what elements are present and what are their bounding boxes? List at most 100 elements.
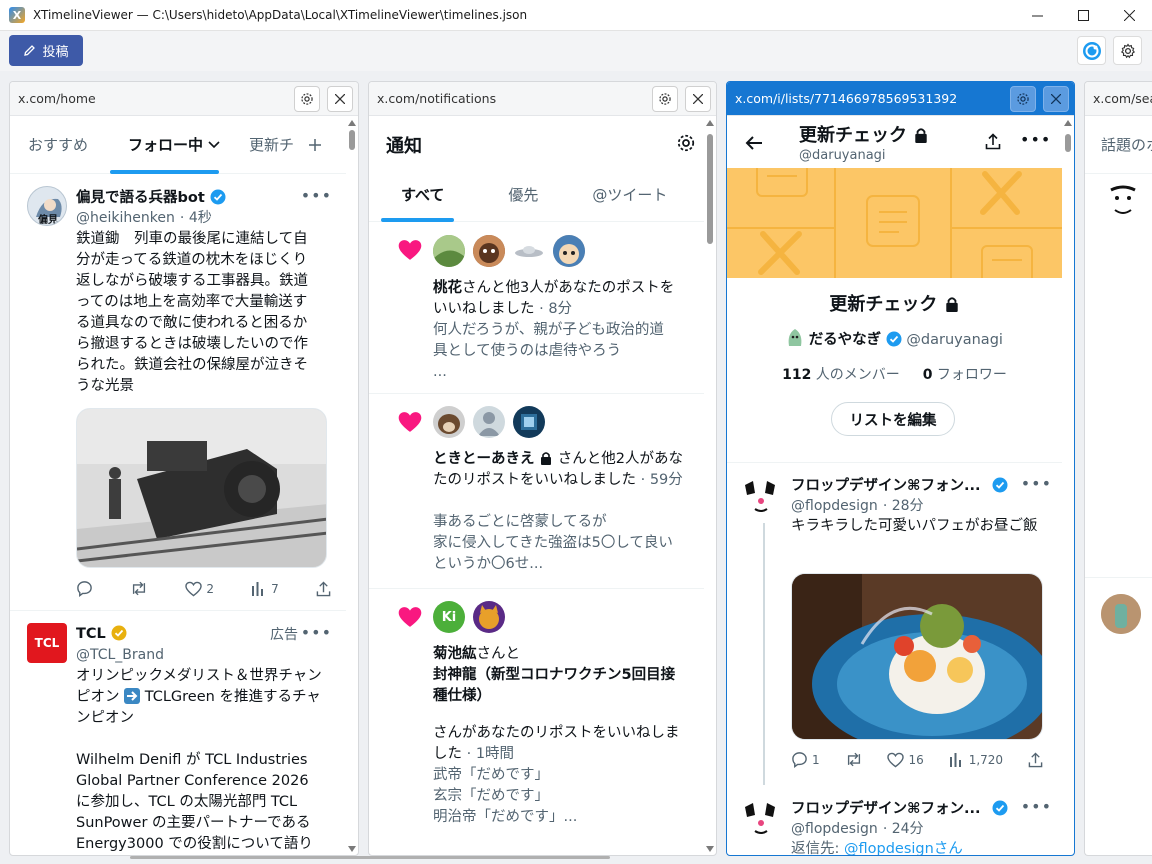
tweet-image[interactable]: [76, 408, 327, 568]
column-settings-button[interactable]: [1010, 86, 1036, 112]
tweet-ad[interactable]: TCL TCL 広告 ••• @TCL_Brand オリンピックメダリスト＆世界…: [10, 611, 346, 855]
back-arrow-icon[interactable]: [745, 135, 763, 151]
tab-list-update[interactable]: 更新チ: [231, 116, 304, 174]
column-scrollbar[interactable]: [1064, 120, 1072, 855]
excerpt-line: 具として使うのは虐待やろう: [433, 343, 622, 359]
tweet[interactable]: フロップデザイン⌘フォン... ••• @flopdesign · 24分 返信…: [727, 785, 1062, 855]
share-button[interactable]: [1028, 751, 1043, 768]
page-title: 通知: [386, 136, 422, 157]
avatar[interactable]: [433, 406, 465, 438]
maximize-button[interactable]: [1060, 0, 1106, 31]
tweet-handle[interactable]: @flopdesign: [791, 821, 878, 837]
more-options-icon[interactable]: •••: [301, 623, 332, 642]
avatar[interactable]: [513, 406, 545, 438]
tweet-time[interactable]: · 4秒: [180, 210, 212, 226]
tweet-image[interactable]: [791, 573, 1043, 740]
gear-icon[interactable]: [676, 133, 696, 153]
notification-user-name[interactable]: 桃花: [433, 280, 462, 296]
avatar[interactable]: [553, 235, 585, 267]
tab-mentions[interactable]: @ツイート: [552, 168, 677, 222]
tab-following[interactable]: フォロー中: [98, 116, 231, 174]
tweet-author-name[interactable]: フロップデザイン⌘フォン...: [791, 801, 980, 817]
more-options-icon[interactable]: •••: [1021, 797, 1052, 816]
ufo-icon: [515, 246, 543, 257]
column-close-button[interactable]: [327, 86, 353, 112]
list-owner[interactable]: だるやなぎ @daruyanagi: [727, 328, 1062, 349]
tweet[interactable]: 偏見 偏見で語る兵器bot ••• @heikihenken · 4秒 鉄道鋤 …: [10, 174, 346, 611]
avatar[interactable]: 偏見: [27, 186, 67, 226]
tweet-author-name[interactable]: TCL: [76, 626, 106, 642]
edit-list-button[interactable]: リストを編集: [831, 402, 955, 436]
reply-button[interactable]: 1: [791, 751, 820, 768]
column-scrollbar[interactable]: [348, 120, 356, 855]
notification-user-name[interactable]: 封神龍（新型コロナワクチン5回目接種仕様）: [433, 667, 675, 704]
avatar[interactable]: [1103, 182, 1143, 222]
reply-to-link[interactable]: @flopdesignさん: [844, 841, 963, 855]
avatar[interactable]: [513, 235, 545, 267]
tweet-handle[interactable]: @heikihenken: [76, 210, 175, 226]
avatar[interactable]: Ki: [433, 601, 465, 633]
avatar[interactable]: [741, 475, 781, 515]
share-button[interactable]: [316, 580, 331, 597]
notification-time: · 8分: [539, 301, 573, 317]
account-button[interactable]: [1077, 36, 1106, 65]
avatar[interactable]: [433, 235, 465, 267]
tweet-time[interactable]: · 24分: [883, 821, 924, 837]
like-button[interactable]: 16: [887, 752, 924, 768]
repost-button[interactable]: [845, 751, 863, 768]
tweet[interactable]: フロップデザイン⌘フォン... ••• @flopdesign · 28分 キラ…: [727, 463, 1062, 785]
column-scrollbar[interactable]: [706, 120, 714, 855]
excerpt-line: 事あるごとに啓蒙してるが: [433, 514, 607, 530]
column-close-button[interactable]: [685, 86, 711, 112]
notification-user-name[interactable]: ときとーあきえ: [433, 451, 535, 467]
tab-all[interactable]: すべて: [369, 168, 466, 222]
notification-item[interactable]: Ki 菊池紘さんと 封神龍（新型コロナワクチン5回目接種仕様） さんがあなたのリ…: [369, 589, 704, 855]
tweet-handle[interactable]: @TCL_Brand: [76, 647, 164, 663]
avatar[interactable]: TCL: [27, 623, 67, 663]
settings-button[interactable]: [1113, 36, 1142, 65]
account-icon: [1082, 41, 1101, 60]
tab-priority[interactable]: 優先: [466, 168, 552, 222]
members-count[interactable]: 112: [782, 367, 811, 383]
reply-button[interactable]: [76, 580, 93, 597]
members-label[interactable]: 人のメンバー: [816, 367, 900, 383]
notification-item[interactable]: ときとーあきえ さんと他2人があなたのリポストをいいねしました · 59分 事あ…: [369, 394, 704, 589]
column-settings-button[interactable]: [294, 86, 320, 112]
followers-count[interactable]: 0: [923, 367, 933, 383]
avatar[interactable]: [1101, 594, 1141, 634]
repost-button[interactable]: [130, 580, 148, 597]
add-tab-button[interactable]: [304, 116, 332, 174]
more-options-icon[interactable]: •••: [1020, 130, 1051, 149]
close-window-button[interactable]: [1106, 0, 1152, 31]
avatar-text: Ki: [441, 609, 457, 625]
followers-label[interactable]: フォロワー: [937, 367, 1007, 383]
more-options-icon[interactable]: •••: [301, 186, 332, 205]
minimize-button[interactable]: [1014, 0, 1060, 31]
more-options-icon[interactable]: •••: [1021, 474, 1052, 493]
avatar[interactable]: [473, 235, 505, 267]
column-close-button[interactable]: [1043, 86, 1069, 112]
tab-trending[interactable]: 話題のホ: [1085, 116, 1152, 174]
horizontal-scrollbar[interactable]: [130, 856, 610, 859]
avatar[interactable]: [473, 406, 505, 438]
scroll-thumb[interactable]: [1065, 134, 1071, 152]
avatar[interactable]: [473, 601, 505, 633]
notification-user-name[interactable]: 菊池紘: [433, 646, 477, 662]
tweet-author-name[interactable]: フロップデザイン⌘フォン...: [791, 478, 980, 494]
tweet-actions: 2 7: [76, 580, 331, 597]
scroll-thumb[interactable]: [707, 134, 713, 244]
owner-name: だるやなぎ: [808, 332, 882, 348]
post-button[interactable]: 投稿: [9, 35, 83, 66]
views-button[interactable]: 1,720: [949, 752, 1003, 767]
views-button[interactable]: 7: [251, 581, 279, 596]
like-button[interactable]: 2: [185, 581, 214, 597]
share-icon[interactable]: [985, 133, 1001, 150]
scroll-thumb[interactable]: [349, 130, 355, 150]
tab-recommended[interactable]: おすすめ: [10, 116, 98, 174]
tweet-time[interactable]: · 28分: [883, 498, 924, 514]
tweet-handle[interactable]: @flopdesign: [791, 498, 878, 514]
avatar[interactable]: [741, 797, 781, 837]
notification-item[interactable]: 桃花さんと他3人があなたのポストをいいねしました · 8分 何人だろうが、親が子…: [369, 222, 704, 394]
column-settings-button[interactable]: [652, 86, 678, 112]
tweet-author-name[interactable]: 偏見で語る兵器bot: [76, 190, 205, 206]
